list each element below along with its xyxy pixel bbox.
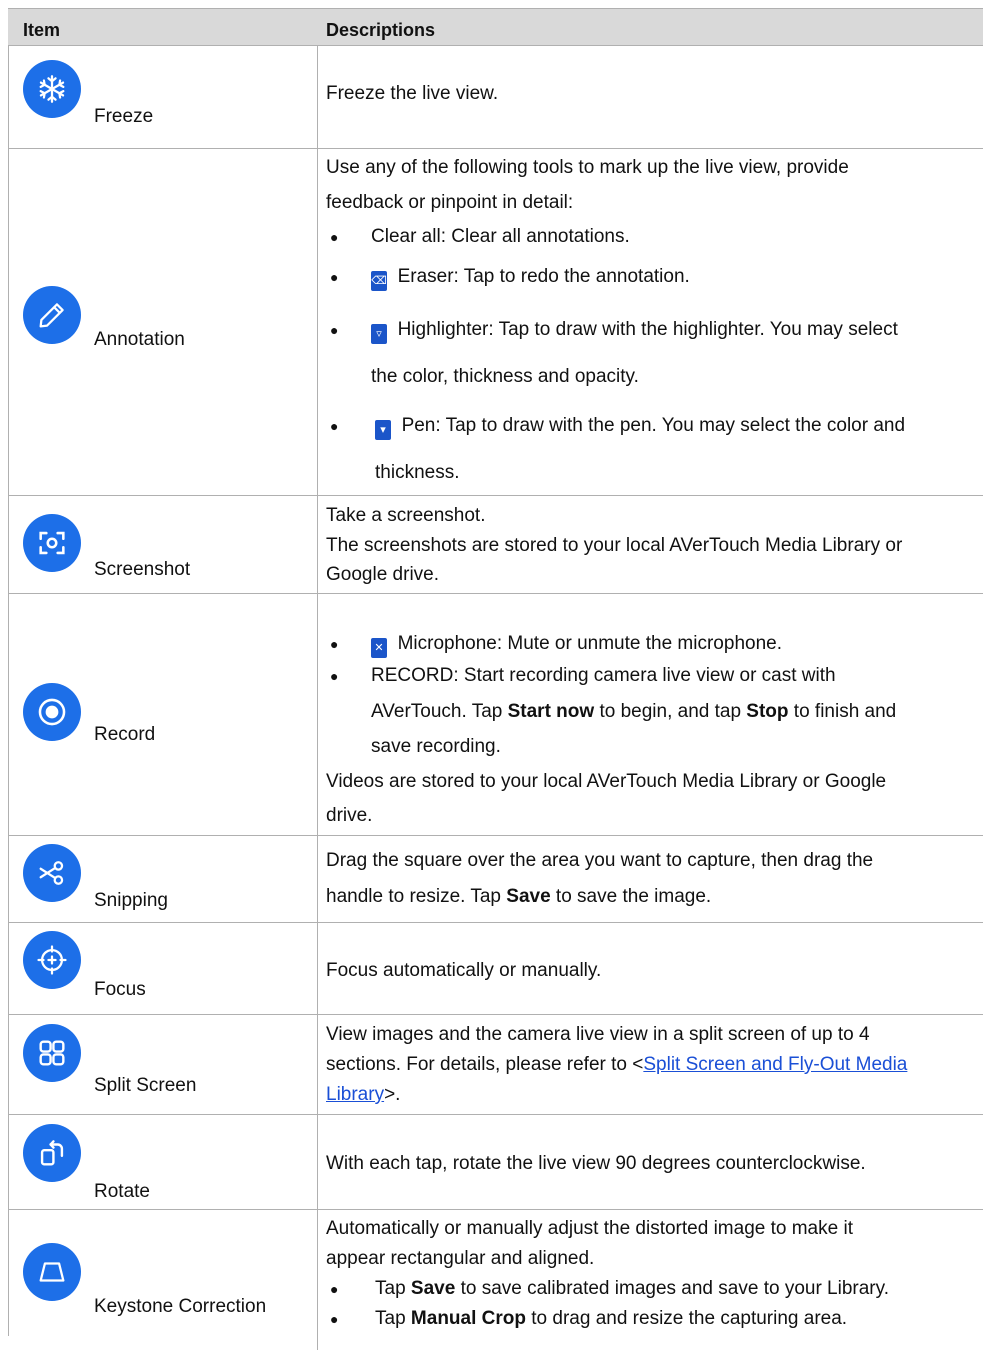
item-label-focus: Focus bbox=[94, 979, 146, 1000]
desc-rotate: With each tap, rotate the live view 90 d… bbox=[326, 1153, 866, 1174]
highlighter-icon[interactable]: ▿ bbox=[371, 324, 387, 344]
desc-focus: Focus automatically or manually. bbox=[326, 960, 602, 981]
annotation-intro-1: Use any of the following tools to mark u… bbox=[326, 157, 849, 178]
screenshot-desc-1: Take a screenshot. bbox=[326, 505, 486, 526]
desc-freeze: Freeze the live view. bbox=[326, 83, 499, 104]
header-descriptions: Descriptions bbox=[326, 20, 436, 40]
annotation-bullet-highlighter-2: the color, thickness and opacity. bbox=[371, 366, 639, 387]
split-screen-link[interactable]: Split Screen and Fly-Out Media bbox=[643, 1054, 907, 1075]
table-row-snipping: Snipping Drag the square over the area y… bbox=[8, 836, 983, 923]
table-row-rotate: Rotate With each tap, rotate the live vi… bbox=[8, 1115, 983, 1210]
table-row-split-screen: Split Screen View images and the camera … bbox=[8, 1015, 983, 1115]
table-row-keystone: Keystone Correction Automatically or man… bbox=[8, 1210, 983, 1350]
pen-icon[interactable]: ▾ bbox=[375, 420, 391, 440]
record-bullet-record-3: save recording. bbox=[371, 736, 501, 757]
screenshot-icon[interactable] bbox=[23, 514, 81, 572]
snipping-desc-2: handle to resize. Tap Save to save the i… bbox=[326, 886, 712, 907]
item-label-freeze: Freeze bbox=[94, 106, 154, 127]
table-row-annotation: Annotation Use any of the following tool… bbox=[8, 149, 983, 496]
split-desc-2: sections. For details, please refer to <… bbox=[326, 1054, 908, 1075]
record-bullet-record-2: AVerTouch. Tap Start now to begin, and t… bbox=[371, 701, 897, 722]
table-row-screenshot: Screenshot Take a screenshot. The screen… bbox=[8, 496, 983, 594]
microphone-mute-icon[interactable]: ✕ bbox=[371, 638, 387, 658]
table-row-focus: Focus Focus automatically or manually. bbox=[8, 923, 983, 1015]
keystone-bullet-manual-crop: Tap Manual Crop to drag and resize the c… bbox=[375, 1308, 848, 1329]
screenshot-desc-2: The screenshots are stored to your local… bbox=[326, 535, 903, 556]
screenshot-desc-3: Google drive. bbox=[326, 564, 440, 585]
header-item: Item bbox=[23, 20, 61, 40]
table-row-record: Record ● ✕ Microphone: Mute or unmute th… bbox=[8, 594, 983, 836]
record-bullet-microphone: Microphone: Mute or unmute the microphon… bbox=[397, 633, 782, 654]
item-label-keystone: Keystone Correction bbox=[94, 1296, 267, 1317]
record-desc-2: drive. bbox=[326, 805, 373, 826]
item-label-snipping: Snipping bbox=[94, 890, 168, 911]
snowflake-icon[interactable] bbox=[23, 60, 81, 118]
media-library-link[interactable]: Library bbox=[326, 1084, 384, 1105]
rotate-icon[interactable] bbox=[23, 1124, 81, 1182]
annotation-bullet-eraser: Eraser: Tap to redo the annotation. bbox=[397, 266, 690, 287]
split-desc-1: View images and the camera live view in … bbox=[326, 1024, 870, 1045]
keystone-desc-2: appear rectangular and aligned. bbox=[326, 1248, 595, 1269]
record-icon[interactable] bbox=[23, 683, 81, 741]
keystone-bullet-save: Tap Save to save calibrated images and s… bbox=[375, 1278, 890, 1299]
record-bullet-record-1: RECORD: Start recording camera live view… bbox=[371, 665, 836, 686]
scissors-icon[interactable] bbox=[23, 844, 81, 902]
item-label-annotation: Annotation bbox=[94, 329, 185, 350]
annotation-bullet-clear-all: Clear all: Clear all annotations. bbox=[371, 226, 630, 247]
item-label-record: Record bbox=[94, 724, 156, 745]
annotation-intro-2: feedback or pinpoint in detail: bbox=[326, 192, 574, 213]
keystone-icon[interactable] bbox=[23, 1243, 81, 1301]
crosshair-icon[interactable] bbox=[23, 931, 81, 989]
item-label-screenshot: Screenshot bbox=[94, 559, 191, 580]
eraser-icon[interactable]: ⌫ bbox=[371, 271, 387, 291]
record-desc-1: Videos are stored to your local AVerTouc… bbox=[326, 771, 887, 792]
item-label-split-screen: Split Screen bbox=[94, 1075, 197, 1096]
item-label-rotate: Rotate bbox=[94, 1181, 150, 1202]
annotation-bullet-pen-2: thickness. bbox=[375, 462, 460, 483]
grid-icon[interactable] bbox=[23, 1024, 81, 1082]
keystone-desc-1: Automatically or manually adjust the dis… bbox=[326, 1218, 853, 1239]
table-row-freeze: Freeze Freeze the live view. bbox=[8, 46, 983, 149]
split-desc-3: Library>. bbox=[326, 1084, 401, 1105]
annotation-bullet-highlighter-1: Highlighter: Tap to draw with the highli… bbox=[397, 319, 898, 340]
pencil-icon[interactable] bbox=[23, 286, 81, 344]
snipping-desc-1: Drag the square over the area you want t… bbox=[326, 850, 874, 871]
annotation-bullet-pen-1: Pen: Tap to draw with the pen. You may s… bbox=[401, 415, 906, 436]
table-header: Item Descriptions bbox=[8, 8, 983, 46]
